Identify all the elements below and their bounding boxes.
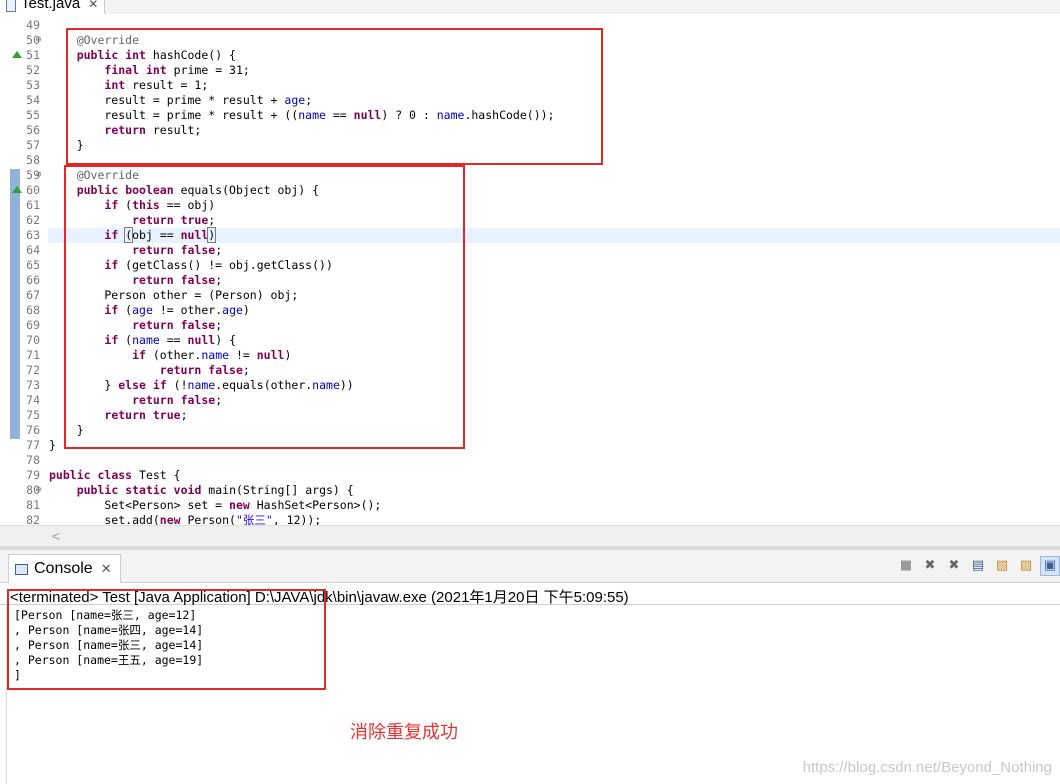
line-number: 54 (26, 93, 40, 107)
terminate-icon[interactable]: ■ (896, 556, 916, 576)
line-number: 51 (26, 48, 40, 62)
annotation-text: 消除重复成功 (350, 722, 458, 743)
console-header: Console ✕ ■ ✖ ✖ ▤ ▧ ▨ ▣ (0, 550, 1060, 583)
line-number: 60 (26, 183, 40, 197)
fold-toggle-icon[interactable]: ⊖ (36, 168, 41, 183)
code-text: } (49, 438, 56, 452)
word-wrap-icon[interactable]: ▨ (1016, 556, 1036, 576)
line-number: 53 (26, 78, 40, 92)
line-number: 74 (26, 393, 40, 407)
console-icon (15, 563, 28, 575)
line-number: 76 (26, 423, 40, 437)
code-text: set.add(new Person("张三", 12)); (49, 513, 322, 525)
console-tab-label: Console (34, 560, 93, 577)
code-text: Set<Person> set = new HashSet<Person>(); (49, 498, 382, 512)
close-icon[interactable]: ✕ (101, 561, 112, 577)
line-number: 81 (26, 498, 40, 512)
line-number: 65 (26, 258, 40, 272)
scroll-left-icon[interactable]: < (52, 528, 60, 544)
line-number: 73 (26, 378, 40, 392)
clear-console-icon[interactable]: ▤ (968, 556, 988, 576)
highlight-box-output (7, 589, 326, 690)
editor-tab-bar: Test.java ✕ (0, 0, 1060, 14)
line-number: 61 (26, 198, 40, 212)
line-number: 72 (26, 363, 40, 377)
line-number: 71 (26, 348, 40, 362)
code-line: 82 set.add(new Person("张三", 12)); (0, 513, 1060, 525)
line-number: 68 (26, 303, 40, 317)
line-number: 63 (26, 228, 40, 242)
code-line: 78 (0, 453, 1060, 468)
highlight-box-hashcode (66, 28, 603, 165)
line-number: 49 (26, 18, 40, 32)
line-number: 75 (26, 408, 40, 422)
java-file-icon (6, 0, 16, 12)
line-number: 69 (26, 318, 40, 332)
line-number: 52 (26, 63, 40, 77)
line-number: 57 (26, 138, 40, 152)
line-number: 77 (26, 438, 40, 452)
tab-label: Test.java (21, 0, 81, 12)
line-number: 66 (26, 273, 40, 287)
remove-all-icon[interactable]: ✖ (944, 556, 964, 576)
line-number: 78 (26, 453, 40, 467)
remove-launch-icon[interactable]: ✖ (920, 556, 940, 576)
close-icon[interactable]: ✕ (88, 0, 98, 12)
tab-console[interactable]: Console ✕ (8, 554, 121, 583)
line-number: 82 (26, 513, 40, 525)
line-number: 67 (26, 288, 40, 302)
console-toolbar: ■ ✖ ✖ ▤ ▧ ▨ ▣ (896, 556, 1060, 576)
line-number: 55 (26, 108, 40, 122)
line-number: 58 (26, 153, 40, 167)
code-text: public static void main(String[] args) { (76, 483, 354, 497)
line-number: 56 (26, 123, 40, 137)
code-line: 81 Set<Person> set = new HashSet<Person>… (0, 498, 1060, 513)
scroll-lock-icon[interactable]: ▧ (992, 556, 1012, 576)
line-number: 70 (26, 333, 40, 347)
line-number: 64 (26, 243, 40, 257)
line-number: 62 (26, 213, 40, 227)
watermark: https://blog.csdn.net/Beyond_Nothing (802, 759, 1052, 776)
horizontal-scrollbar[interactable]: < (0, 525, 1060, 546)
line-number: 79 (26, 468, 40, 482)
code-text: public class Test { (49, 468, 181, 482)
code-line: 80 ⊖ public static void main(String[] arg… (0, 483, 1060, 498)
fold-toggle-icon[interactable]: ⊖ (36, 483, 41, 498)
fold-toggle-icon[interactable]: ⊖ (36, 33, 41, 48)
show-console-icon[interactable]: ▣ (1040, 556, 1060, 576)
highlight-box-equals (64, 165, 465, 449)
tab-test-java[interactable]: Test.java ✕ (0, 0, 106, 14)
code-line: 79 public class Test { (0, 468, 1060, 483)
